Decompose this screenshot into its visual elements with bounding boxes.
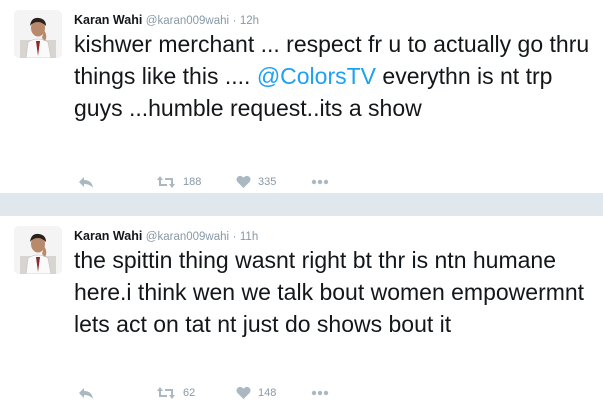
user-handle[interactable]: @karan009wahi <box>146 231 229 243</box>
heart-icon <box>236 175 251 188</box>
tweet-card[interactable]: Karan Wahi @karan009wahi · 11h the spitt… <box>0 216 603 416</box>
reply-button[interactable] <box>78 175 156 189</box>
tweet-header: Karan Wahi @karan009wahi · 11h <box>74 228 258 245</box>
tweet-actions: 188 335 <box>78 173 329 191</box>
retweet-count: 62 <box>183 387 196 399</box>
retweet-button[interactable]: 62 <box>156 386 236 400</box>
tweet-text: the spittin thing wasnt right bt thr is … <box>74 247 585 337</box>
user-handle[interactable]: @karan009wahi <box>146 15 229 27</box>
more-button[interactable] <box>311 179 329 185</box>
retweet-count: 188 <box>183 176 202 188</box>
tweet-text: kishwer merchant ... respect fr u to act… <box>74 28 594 124</box>
mention-link[interactable]: @ColorsTV <box>257 63 376 89</box>
tweet-actions: 62 148 <box>78 384 329 402</box>
timestamp[interactable]: 11h <box>240 231 258 243</box>
more-icon <box>311 179 329 185</box>
display-name[interactable]: Karan Wahi <box>74 13 142 27</box>
heart-icon <box>236 386 251 399</box>
reply-icon <box>79 177 93 188</box>
tweet-header: Karan Wahi @karan009wahi · 12h <box>74 12 259 29</box>
avatar[interactable] <box>14 226 62 274</box>
avatar[interactable] <box>14 10 62 58</box>
like-count: 148 <box>258 387 277 399</box>
separator: · <box>232 231 237 243</box>
reply-icon <box>79 388 93 399</box>
timestamp[interactable]: 12h <box>240 15 259 27</box>
reply-button[interactable] <box>78 386 156 400</box>
retweet-button[interactable]: 188 <box>156 175 236 189</box>
retweet-icon <box>157 387 175 399</box>
separator: · <box>232 15 237 27</box>
like-button[interactable]: 335 <box>236 175 311 189</box>
tweet-card[interactable]: Karan Wahi @karan009wahi · 12h kishwer m… <box>0 0 603 193</box>
more-button[interactable] <box>311 390 329 396</box>
display-name[interactable]: Karan Wahi <box>74 229 142 243</box>
retweet-icon <box>157 176 175 188</box>
like-count: 335 <box>258 176 277 188</box>
like-button[interactable]: 148 <box>236 386 311 400</box>
more-icon <box>311 390 329 396</box>
